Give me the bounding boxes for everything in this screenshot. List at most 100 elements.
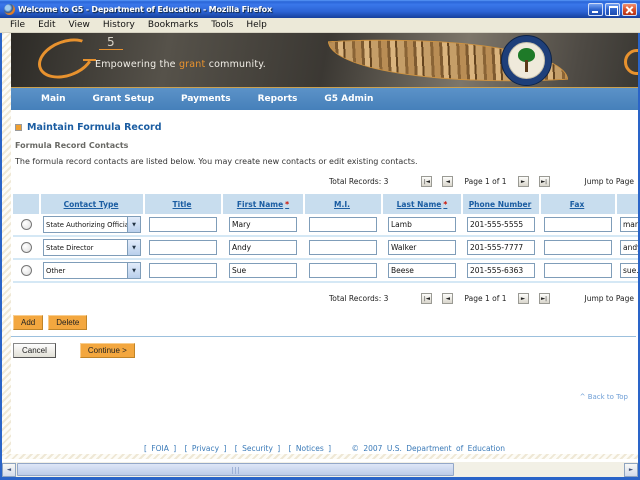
department-of-education-seal — [501, 35, 552, 86]
phone-input[interactable] — [467, 217, 535, 232]
add-button[interactable]: Add — [13, 315, 43, 330]
column-header-title[interactable]: Title — [173, 200, 194, 209]
contact-type-select[interactable]: State Director▼ — [43, 239, 141, 256]
column-header-mi[interactable]: M.I. — [334, 200, 352, 209]
email-input[interactable] — [620, 240, 638, 255]
prev-page-button[interactable]: ◄ — [442, 176, 453, 187]
chevron-down-icon: ▼ — [127, 240, 140, 255]
minimize-button[interactable] — [588, 3, 603, 16]
phone-input[interactable] — [467, 263, 535, 278]
back-to-top-link[interactable]: ^ Back to Top — [580, 393, 628, 401]
contact-radio[interactable] — [21, 242, 32, 253]
email-input[interactable] — [620, 217, 638, 232]
pagination-top: Total Records: 3 |◄ ◄ Page 1 of 1 ► ►| J… — [11, 173, 634, 189]
continue-button[interactable]: Continue > — [80, 343, 135, 358]
page-viewport: 5 Empowering the grant community. Main G… — [0, 33, 640, 480]
first-name-input[interactable] — [229, 217, 297, 232]
contact-radio[interactable] — [21, 219, 32, 230]
footer-link-security[interactable]: [ Security ] — [235, 444, 280, 453]
contacts-table: Contact Type Title First Name* M.I. Last… — [13, 194, 638, 283]
mi-input[interactable] — [309, 240, 377, 255]
header-select-column — [13, 194, 39, 214]
column-header-phone[interactable]: Phone Number — [469, 200, 534, 209]
chevron-down-icon: ▼ — [127, 217, 140, 232]
scrollbar-thumb[interactable] — [17, 463, 454, 476]
divider-line — [11, 336, 636, 337]
first-name-input[interactable] — [229, 263, 297, 278]
next-page-button[interactable]: ► — [518, 293, 529, 304]
phone-input[interactable] — [467, 240, 535, 255]
page-title: Maintain Formula Record — [27, 122, 162, 133]
nav-payments[interactable]: Payments — [181, 94, 231, 104]
nav-grant-setup[interactable]: Grant Setup — [93, 94, 154, 104]
nav-g5-admin[interactable]: G5 Admin — [324, 94, 373, 104]
menu-edit[interactable]: Edit — [32, 19, 61, 31]
titlebar: Welcome to G5 - Department of Education … — [0, 0, 640, 18]
jump-to-page-link[interactable]: Jump to Page — [585, 294, 635, 303]
fax-input[interactable] — [544, 263, 612, 278]
menu-view[interactable]: View — [63, 19, 96, 31]
title-input[interactable] — [149, 217, 217, 232]
total-records: Total Records: 3 — [329, 177, 388, 186]
section-title: Formula Record Contacts — [15, 141, 638, 150]
prev-page-button[interactable]: ◄ — [442, 293, 453, 304]
table-row: State Director▼ — [13, 237, 638, 260]
last-page-button[interactable]: ►| — [539, 176, 550, 187]
last-name-input[interactable] — [388, 240, 456, 255]
cancel-button[interactable]: Cancel — [13, 343, 56, 358]
mi-input[interactable] — [309, 263, 377, 278]
pagination-bottom: Total Records: 3 |◄ ◄ Page 1 of 1 ► ►| J… — [11, 290, 634, 306]
total-records-value: 3 — [384, 177, 389, 186]
fax-input[interactable] — [544, 217, 612, 232]
left-stripe-decoration — [2, 33, 11, 457]
g5-logo-five: 5 — [107, 35, 115, 49]
close-button[interactable] — [622, 3, 637, 16]
menu-history[interactable]: History — [97, 19, 141, 31]
main-nav: Main Grant Setup Payments Reports G5 Adm… — [11, 88, 638, 110]
last-page-button[interactable]: ►| — [539, 293, 550, 304]
page-indicator: Page 1 of 1 — [464, 294, 506, 303]
column-header-last-name[interactable]: Last Name* — [397, 200, 448, 209]
contact-type-select[interactable]: Other▼ — [43, 262, 141, 279]
contact-radio[interactable] — [21, 265, 32, 276]
nav-reports[interactable]: Reports — [258, 94, 298, 104]
title-input[interactable] — [149, 263, 217, 278]
browser-window: Welcome to G5 - Department of Education … — [0, 0, 640, 480]
last-name-input[interactable] — [388, 217, 456, 232]
maximize-button[interactable] — [605, 3, 620, 16]
total-records: Total Records: 3 — [329, 294, 388, 303]
title-input[interactable] — [149, 240, 217, 255]
banner-tagline: Empowering the grant community. — [95, 59, 266, 70]
scroll-right-button[interactable]: ► — [624, 463, 638, 477]
next-page-button[interactable]: ► — [518, 176, 529, 187]
nav-main[interactable]: Main — [41, 94, 66, 104]
g5-logo-underline — [99, 49, 123, 50]
column-header-first-name[interactable]: First Name* — [237, 200, 289, 209]
column-header-fax[interactable]: Fax — [570, 200, 587, 209]
mi-input[interactable] — [309, 217, 377, 232]
seal-inner-circle — [508, 42, 545, 79]
menu-help[interactable]: Help — [240, 19, 273, 31]
fax-input[interactable] — [544, 240, 612, 255]
last-name-input[interactable] — [388, 263, 456, 278]
menu-bookmarks[interactable]: Bookmarks — [142, 19, 204, 31]
first-page-button[interactable]: |◄ — [421, 293, 432, 304]
contact-type-select[interactable]: State Authorizing Official▼ — [43, 216, 141, 233]
first-name-input[interactable] — [229, 240, 297, 255]
page-content: Maintain Formula Record Formula Record C… — [11, 110, 638, 457]
scroll-left-button[interactable]: ◄ — [2, 463, 16, 477]
banner-right-arc-decoration — [624, 49, 638, 75]
menu-tools[interactable]: Tools — [205, 19, 239, 31]
jump-to-page-link[interactable]: Jump to Page — [585, 177, 635, 186]
horizontal-scrollbar[interactable]: ◄ ► — [2, 462, 638, 477]
footer-link-foia[interactable]: [ FOIA ] — [144, 444, 176, 453]
footer-link-privacy[interactable]: [ Privacy ] — [185, 444, 227, 453]
page-footer: [ FOIA ] [ Privacy ] [ Security ] [ Noti… — [11, 444, 638, 453]
footer-link-notices[interactable]: [ Notices ] — [289, 444, 332, 453]
first-page-button[interactable]: |◄ — [421, 176, 432, 187]
bottom-stripe-decoration — [2, 454, 638, 459]
column-header-contact-type[interactable]: Contact Type — [64, 200, 121, 209]
email-input[interactable] — [620, 263, 638, 278]
menu-file[interactable]: File — [4, 19, 31, 31]
delete-button[interactable]: Delete — [48, 315, 87, 330]
